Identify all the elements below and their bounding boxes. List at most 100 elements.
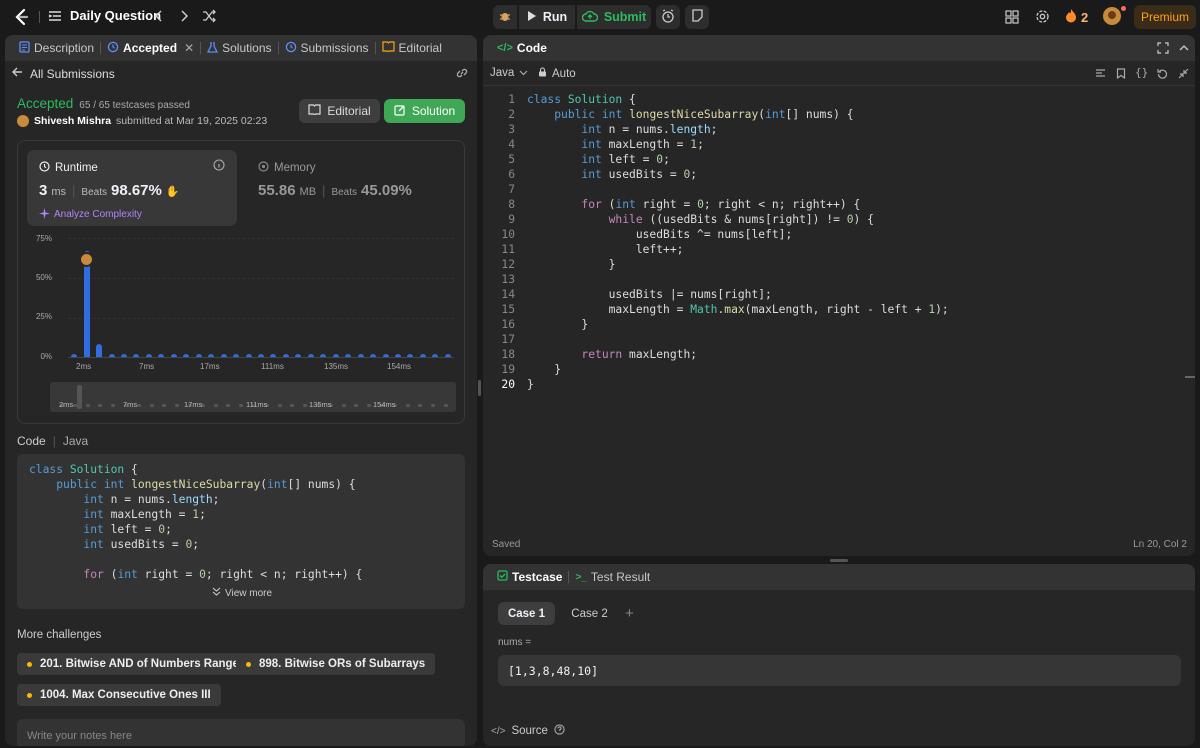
runtime-bar[interactable]: [96, 344, 103, 357]
layout-icon[interactable]: [1005, 10, 1019, 24]
brush-bar: [418, 404, 423, 407]
runtime-bar[interactable]: [432, 354, 439, 357]
code-section-title: Code: [17, 434, 46, 448]
tab-accepted[interactable]: Accepted ✕: [101, 35, 200, 61]
runtime-bar[interactable]: [295, 354, 302, 357]
user-avatar[interactable]: [17, 115, 29, 127]
runtime-bar[interactable]: [357, 354, 364, 357]
tab-submissions[interactable]: Submissions: [279, 35, 375, 61]
reset-icon[interactable]: [1157, 68, 1168, 82]
runtime-bar[interactable]: [270, 354, 277, 357]
runtime-bar[interactable]: [158, 354, 165, 357]
auto-mode-toggle[interactable]: Auto: [538, 67, 576, 80]
user-name[interactable]: Shivesh Mishra: [34, 115, 111, 127]
code-brackets-icon: </>: [491, 725, 506, 737]
debug-button[interactable]: [493, 5, 517, 29]
runtime-bar[interactable]: [407, 354, 414, 357]
runtime-bar[interactable]: [133, 354, 140, 357]
runtime-bar[interactable]: [444, 354, 451, 357]
runtime-bar[interactable]: [220, 354, 227, 357]
streak-counter[interactable]: 2: [1065, 8, 1088, 26]
tab-solutions[interactable]: Solutions: [201, 35, 277, 61]
close-tab-icon[interactable]: ✕: [184, 41, 194, 55]
solution-button[interactable]: Solution: [384, 99, 465, 123]
tab-editorial[interactable]: Editorial: [376, 35, 448, 61]
notes-placeholder: Write your notes here: [27, 730, 132, 742]
challenge-item[interactable]: 201. Bitwise AND of Numbers Range: [17, 653, 249, 675]
tab-testcase[interactable]: Testcase: [491, 564, 568, 590]
next-problem-icon[interactable]: [177, 9, 191, 23]
premium-label: Premium: [1140, 10, 1189, 24]
tab-code[interactable]: </> Code: [491, 35, 553, 61]
horizontal-resize-handle[interactable]: [830, 559, 848, 562]
runtime-bar[interactable]: [170, 354, 177, 357]
runtime-bar[interactable]: [145, 354, 152, 357]
add-case-icon[interactable]: +: [625, 605, 634, 622]
runtime-bar[interactable]: [183, 354, 190, 357]
nums-input[interactable]: [1,3,8,48,10]: [498, 655, 1181, 686]
info-icon[interactable]: [213, 159, 225, 174]
runtime-bar[interactable]: [208, 354, 215, 357]
submit-button[interactable]: Submit: [577, 5, 651, 29]
collapse-chevron-icon[interactable]: [1178, 42, 1190, 57]
challenge-item[interactable]: 1004. Max Consecutive Ones III: [17, 684, 221, 706]
runtime-bar[interactable]: [245, 354, 252, 357]
challenge-item[interactable]: 898. Bitwise ORs of Subarrays: [236, 653, 436, 675]
brush-bar: [226, 404, 231, 407]
runtime-bar[interactable]: [282, 354, 289, 357]
runtime-bar[interactable]: [320, 354, 327, 357]
notes-button[interactable]: [685, 5, 709, 29]
runtime-bar[interactable]: [382, 354, 389, 357]
shuffle-icon[interactable]: [202, 9, 216, 23]
case-tab-1[interactable]: Case 1: [498, 602, 555, 625]
runtime-bar[interactable]: [83, 251, 90, 357]
runtime-bar[interactable]: [195, 354, 202, 357]
runtime-bar[interactable]: [233, 354, 240, 357]
avatar[interactable]: [1103, 7, 1121, 25]
runtime-bar[interactable]: [108, 354, 115, 357]
bookmark-icon[interactable]: [1116, 68, 1126, 82]
notes-input[interactable]: Write your notes here: [17, 719, 465, 746]
share-link-icon[interactable]: [455, 66, 469, 83]
range-brush[interactable]: 2ms 7ms 17ms 111ms 135ms 154ms: [50, 382, 456, 412]
runtime-bar[interactable]: [394, 354, 401, 357]
brush-bar: [213, 404, 218, 407]
prev-problem-icon[interactable]: [152, 9, 166, 23]
language-select[interactable]: Java: [490, 67, 528, 79]
source-link[interactable]: </> Source: [491, 724, 565, 738]
runtime-card[interactable]: Runtime 3 ms | Beats 98.67% ✋ Analyze Co…: [27, 150, 237, 226]
runtime-bar[interactable]: [121, 354, 128, 357]
runtime-bar[interactable]: [332, 354, 339, 357]
settings-gear-icon[interactable]: [1035, 9, 1050, 24]
editor-scrollbar-marker[interactable]: [1185, 376, 1195, 378]
runtime-bar[interactable]: [419, 354, 426, 357]
braces-icon[interactable]: {}: [1135, 66, 1148, 79]
premium-button[interactable]: Premium: [1134, 5, 1196, 29]
fullscreen-icon[interactable]: [1157, 42, 1169, 57]
vertical-resize-handle[interactable]: [478, 380, 481, 396]
tab-description[interactable]: Description: [13, 35, 100, 61]
help-icon[interactable]: [554, 724, 565, 738]
runtime-bar[interactable]: [307, 354, 314, 357]
case-tab-2[interactable]: Case 2: [561, 602, 618, 625]
view-more-button[interactable]: View more: [212, 587, 272, 599]
analyze-complexity-link[interactable]: Analyze Complexity: [39, 207, 142, 222]
runtime-bar[interactable]: [258, 354, 264, 357]
brush-bar: [136, 404, 141, 407]
memory-card[interactable]: Memory 55.86 MB | Beats 45.09%: [246, 150, 456, 226]
all-submissions-link[interactable]: All Submissions: [11, 66, 115, 81]
runtime-bar[interactable]: [345, 354, 352, 357]
code-editor[interactable]: 1 2 3 4 5 6 7 8 9 10 11 12 13 14 15 16 17 18 19 20 class So…: [483, 92, 1195, 537]
line-number: 12: [501, 258, 515, 271]
shrink-icon[interactable]: [1178, 68, 1189, 82]
runtime-bar[interactable]: [370, 354, 377, 357]
runtime-bar[interactable]: [71, 354, 78, 357]
leetcode-logo[interactable]: [12, 7, 32, 27]
run-button[interactable]: Run: [519, 5, 575, 29]
editorial-button[interactable]: Editorial: [299, 99, 380, 123]
stats-box: Runtime 3 ms | Beats 98.67% ✋ Analyze Co…: [17, 140, 465, 424]
format-lines-icon[interactable]: [1095, 68, 1106, 82]
tab-test-result[interactable]: >_ Test Result: [569, 564, 656, 590]
timer-button[interactable]: [656, 5, 680, 29]
problem-list-button[interactable]: Daily Question: [48, 8, 161, 23]
